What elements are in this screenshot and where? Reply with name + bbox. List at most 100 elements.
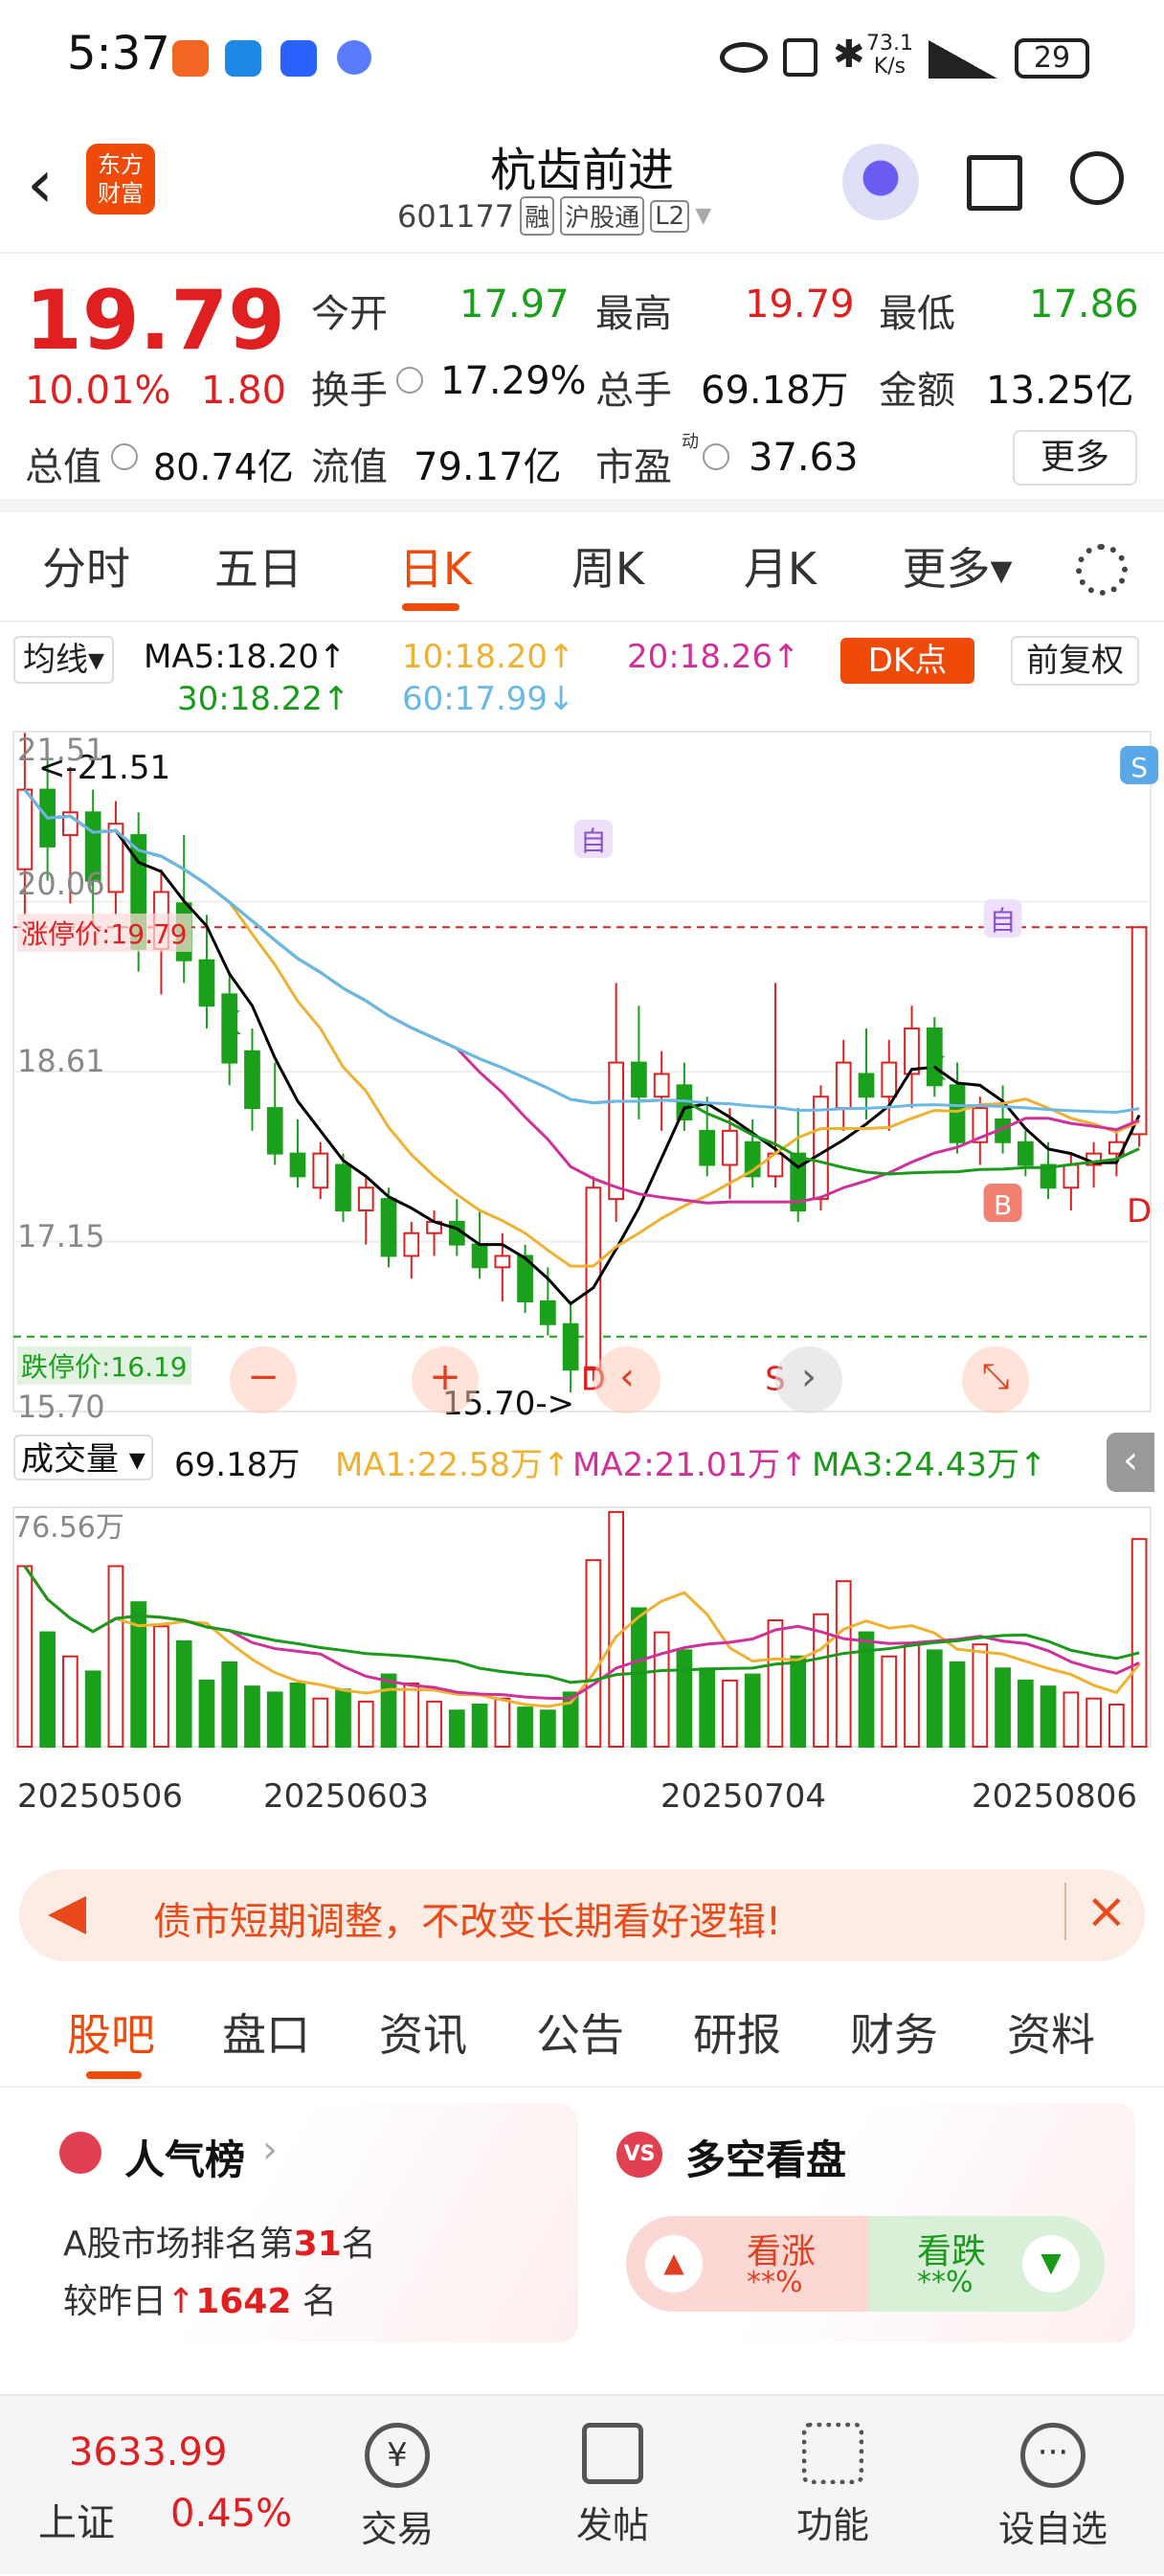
close-icon[interactable]: × — [1064, 1883, 1128, 1940]
robot-assistant-icon[interactable] — [842, 144, 919, 220]
volume-bar — [1108, 1704, 1125, 1749]
adjust-button[interactable]: 前复权 — [1011, 636, 1139, 686]
add-watchlist-button[interactable]: ··· 设自选 — [991, 2396, 1115, 2576]
volume-bar — [403, 1683, 420, 1749]
volume-bar — [335, 1688, 351, 1748]
x-tick: 20250806 — [972, 1777, 1138, 1816]
post-label: 发帖 — [575, 2504, 649, 2546]
scroll-right-icon[interactable]: › — [775, 1346, 842, 1413]
volume-bar — [926, 1649, 943, 1748]
tab-announcements[interactable]: 公告 — [536, 1987, 624, 2088]
tab-news[interactable]: 资讯 — [379, 1987, 467, 2088]
scroll-left-icon[interactable]: ‹ — [593, 1346, 660, 1413]
trade-label: 交易 — [360, 2508, 434, 2550]
watchlist-label: 设自选 — [997, 2508, 1108, 2550]
bearish-value: **% — [917, 2266, 974, 2299]
volume-bar — [1063, 1691, 1080, 1748]
volume-bar — [175, 1640, 192, 1748]
tag-connect: 沪股通 — [560, 196, 645, 236]
tab-more[interactable]: 更多▾ — [895, 517, 1019, 621]
dk-point-button[interactable]: DK点 — [840, 638, 974, 684]
more-button[interactable]: 更多 — [1013, 430, 1137, 486]
tab-five-day[interactable]: 五日 — [211, 517, 306, 621]
bearish-button[interactable]: 看跌 **% ▼ — [869, 2216, 1105, 2312]
period-tabs: 分时 五日 日K 周K 月K 更多▾ — [0, 517, 1164, 622]
net-speed: 73.1 K/s — [866, 33, 913, 79]
settings-icon[interactable] — [1076, 544, 1128, 596]
index-value: 3633.99 — [69, 2430, 228, 2474]
volume-bar — [312, 1697, 329, 1748]
ma10-label: 10:18.20↑ — [402, 638, 575, 676]
x-tick: 20250506 — [17, 1777, 184, 1816]
buy-mark: B — [994, 1189, 1012, 1221]
index-widget[interactable]: 3633.99 上证 0.45% — [38, 2430, 306, 2555]
ma-selector[interactable]: 均线▾ — [13, 636, 115, 684]
kline-svg[interactable]: 自自SBKKDDS — [0, 722, 1164, 1842]
eye-icon — [720, 42, 768, 73]
volume-bar — [244, 1685, 260, 1749]
candle-body — [312, 1152, 329, 1189]
news-banner[interactable]: 债市短期调整，不改变长期看好逻辑! × — [19, 1869, 1145, 1961]
popularity-card[interactable]: 人气榜 › A股市场排名第31名 较昨日↑1642 名 — [36, 2103, 578, 2342]
banner-text[interactable]: 债市短期调整，不改变长期看好逻辑! — [153, 1890, 781, 1946]
status-bar: 5:37 ✱ 73.1 K/s 29 — [0, 0, 1164, 115]
mktcap-label: 总值 — [25, 445, 101, 489]
ma-legend: 均线▾ MA5:18.20↑ 10:18.20↑ 20:18.26↑ 30:18… — [0, 624, 1164, 722]
volume-bar — [653, 1631, 670, 1748]
volume-bar — [676, 1649, 693, 1748]
tab-weekly-k[interactable]: 周K — [555, 517, 660, 621]
trade-button[interactable]: ¥ 交易 — [335, 2396, 459, 2576]
arrow-up-icon: ▲ — [645, 2235, 703, 2293]
candle-body — [380, 1198, 397, 1257]
info-icon[interactable] — [396, 367, 423, 394]
tab-research[interactable]: 研报 — [693, 1987, 781, 2088]
music-icon — [337, 40, 371, 75]
y-tick: 17.15 — [17, 1218, 105, 1254]
high-label: 最高 — [595, 292, 672, 336]
volume-bar — [995, 1667, 1011, 1749]
volume-title: 成交量 — [21, 1440, 119, 1479]
volume-bar — [972, 1643, 989, 1749]
functions-button[interactable]: 功能 — [771, 2396, 895, 2576]
ma5-line — [23, 788, 1141, 1306]
volume-bar — [426, 1700, 442, 1749]
post-button[interactable]: 发帖 — [550, 2396, 675, 2576]
sell-mark: S — [1130, 752, 1148, 783]
active-tab-indicator — [86, 2071, 142, 2079]
bullish-button[interactable]: ▲ 看涨 **% — [626, 2216, 869, 2312]
search-icon[interactable] — [1070, 151, 1124, 205]
zoom-in-icon[interactable]: + — [412, 1346, 479, 1413]
limit-up-label: 涨停价:19.79 — [17, 914, 191, 952]
fullscreen-icon[interactable]: ⤡ — [962, 1346, 1029, 1413]
info-icon[interactable] — [703, 443, 729, 470]
open-label: 今开 — [311, 292, 388, 336]
dropdown-icon[interactable]: ▼ — [695, 204, 711, 228]
info-icon[interactable] — [111, 443, 138, 470]
collapse-panel-icon[interactable]: ‹ — [1107, 1433, 1154, 1492]
ma60-label: 60:17.99↓ — [402, 680, 575, 718]
tab-monthly-k[interactable]: 月K — [728, 517, 833, 621]
volume-bar — [153, 1625, 169, 1749]
y-tick: 18.61 — [17, 1043, 105, 1079]
candle-body — [494, 1254, 511, 1269]
last-price: 19.79 — [25, 273, 286, 369]
candle-body — [403, 1232, 420, 1257]
volume-bar — [198, 1679, 215, 1749]
share-icon[interactable] — [967, 155, 1022, 211]
bull-bear-card[interactable]: VS 多空看盘 ▲ 看涨 **% 看跌 **% ▼ — [593, 2103, 1135, 2342]
tab-financials[interactable]: 财务 — [850, 1987, 938, 2088]
tab-order-book[interactable]: 盘口 — [222, 1987, 310, 2088]
tab-profile[interactable]: 资料 — [1007, 1987, 1095, 2088]
tag-level2: L2 — [650, 199, 690, 233]
tab-intraday[interactable]: 分时 — [38, 517, 134, 621]
candle-body — [949, 1084, 966, 1143]
kline-chart[interactable]: 自自SBKKDDS 涨停价:19.79 跌停价:16.19 <-21.51 15… — [0, 722, 1164, 1842]
amount-value: 13.25亿 — [986, 369, 1134, 413]
volume-bar — [904, 1643, 920, 1749]
pe-sup: 动 — [682, 432, 699, 452]
volume-bar — [380, 1673, 397, 1748]
volume-bar — [699, 1667, 716, 1749]
volume-selector[interactable]: 成交量 ▾ — [13, 1435, 153, 1480]
zoom-out-icon[interactable]: − — [230, 1346, 297, 1413]
active-tab-indicator — [402, 603, 459, 611]
